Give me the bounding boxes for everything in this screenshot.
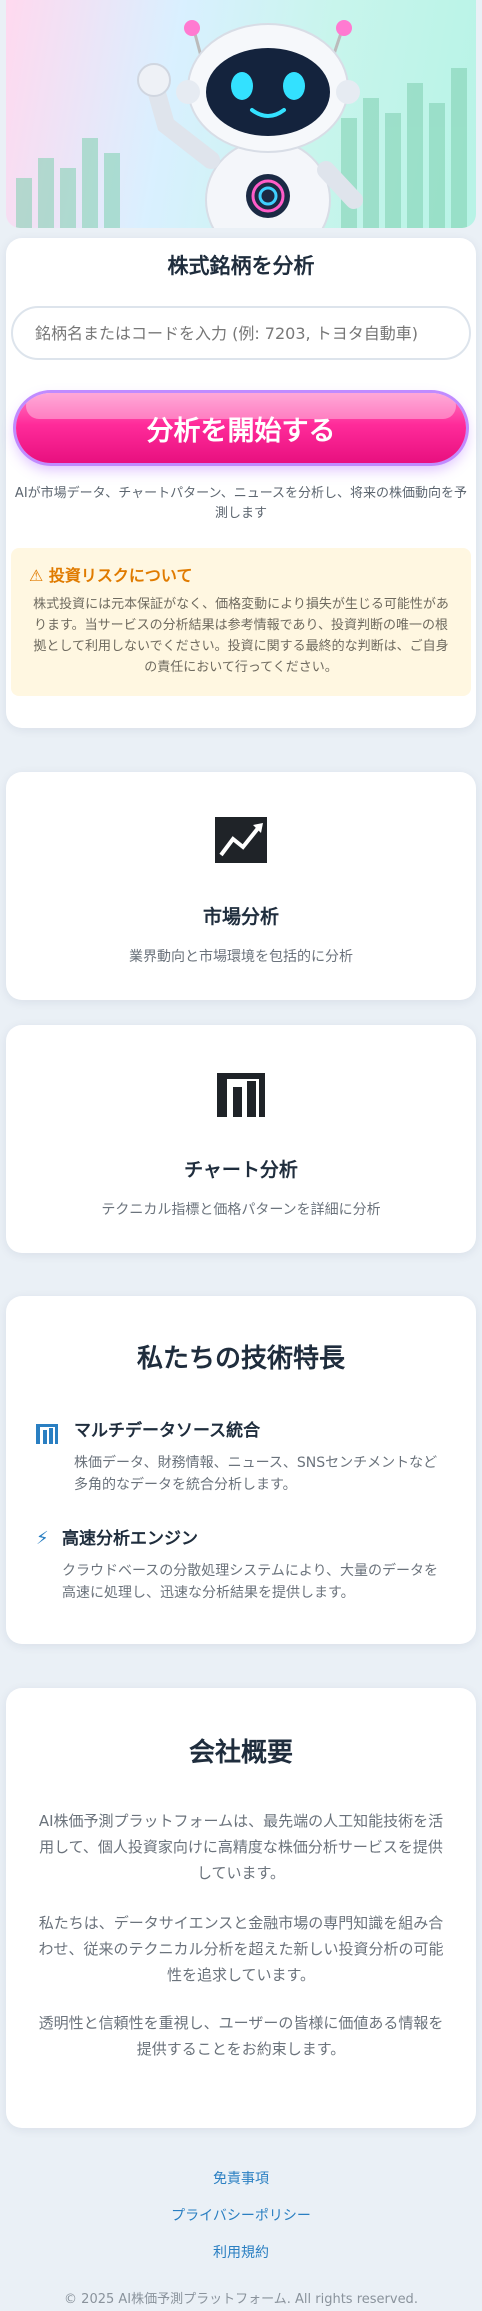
tech-item-description: クラウドベースの分散処理システムにより、大量のデータを高速に処理し、迅速な分析結… xyxy=(62,1563,439,1601)
lightning-icon: ⚡ xyxy=(36,1528,49,1549)
feature-card-market: 市場分析 業界動向と市場環境を包括的に分析 xyxy=(6,772,476,1000)
tech-item-description: 株価データ、財務情報、ニュース、SNSセンチメントなど多角的なデータを統合分析し… xyxy=(74,1455,438,1493)
feature-description: テクニカル指標と価格パターンを詳細に分析 xyxy=(101,1202,381,1218)
footer-copyright: © 2025 AI株価予測プラットフォーム. All rights reserv… xyxy=(64,2292,418,2307)
start-analysis-label: 分析を開始する xyxy=(146,415,336,447)
risk-notice: ⚠ 投資リスクについて 株式投資には元本保証がなく、価格変動により損失が生じる可… xyxy=(11,548,471,696)
start-analysis-button[interactable]: 分析を開始する xyxy=(16,393,466,463)
company-paragraph: AI株価予測プラットフォームは、最先端の人工知能技術を活用して、個人投資家向けに… xyxy=(38,1812,444,1882)
risk-text: 株式投資には元本保証がなく、価格変動により損失が生じる可能性があります。当サービ… xyxy=(33,597,449,675)
feature-card-chart: チャート分析 テクニカル指標と価格パターンを詳細に分析 xyxy=(6,1025,476,1253)
footer-link-disclaimer[interactable]: 免責事項 xyxy=(0,2168,482,2188)
feature-description: 業界動向と市場環境を包括的に分析 xyxy=(129,949,353,965)
risk-title: 投資リスクについて xyxy=(48,566,193,585)
tech-item-title: マルチデータソース統合 xyxy=(74,1421,261,1441)
warning-icon: ⚠ xyxy=(29,566,44,585)
tech-features-card: 私たちの技術特長 マルチデータソース統合 株価データ、財務情報、ニュース、SNS… xyxy=(6,1296,476,1644)
robot-mascot-icon xyxy=(137,20,363,228)
analysis-card: 株式銘柄を分析 分析を開始する AIが市場データ、チャートパターン、ニュースを分… xyxy=(6,238,476,728)
company-paragraph: 透明性と信頼性を重視し、ユーザーの皆様に価値ある情報を提供することをお約束します… xyxy=(38,2014,444,2058)
footer-link-terms[interactable]: 利用規約 xyxy=(0,2242,482,2262)
stock-search-input[interactable] xyxy=(11,306,471,360)
tech-title: 私たちの技術特長 xyxy=(136,1344,345,1374)
bar-chart-icon xyxy=(217,1073,265,1117)
company-paragraph: 私たちは、データサイエンスと金融市場の専門知識を組み合わせ、従来のテクニカル分析… xyxy=(38,1914,444,1984)
analysis-description: AIが市場データ、チャートパターン、ニュースを分析し、将来の株価動向を予測します xyxy=(14,486,468,521)
hero-illustration xyxy=(6,0,476,228)
company-card: 会社概要 AI株価予測プラットフォームは、最先端の人工知能技術を活用して、個人投… xyxy=(6,1688,476,2128)
chart-line-icon xyxy=(215,817,267,863)
feature-title: 市場分析 xyxy=(202,906,279,928)
bar-chart-icon xyxy=(36,1424,58,1444)
risk-notice-header: ⚠ 投資リスクについて xyxy=(29,562,192,586)
feature-title: チャート分析 xyxy=(184,1159,298,1181)
tech-item-title: 高速分析エンジン xyxy=(62,1529,198,1549)
footer-link-privacy[interactable]: プライバシーポリシー xyxy=(0,2205,482,2225)
company-title: 会社概要 xyxy=(188,1738,293,1768)
analysis-title: 株式銘柄を分析 xyxy=(167,254,315,278)
